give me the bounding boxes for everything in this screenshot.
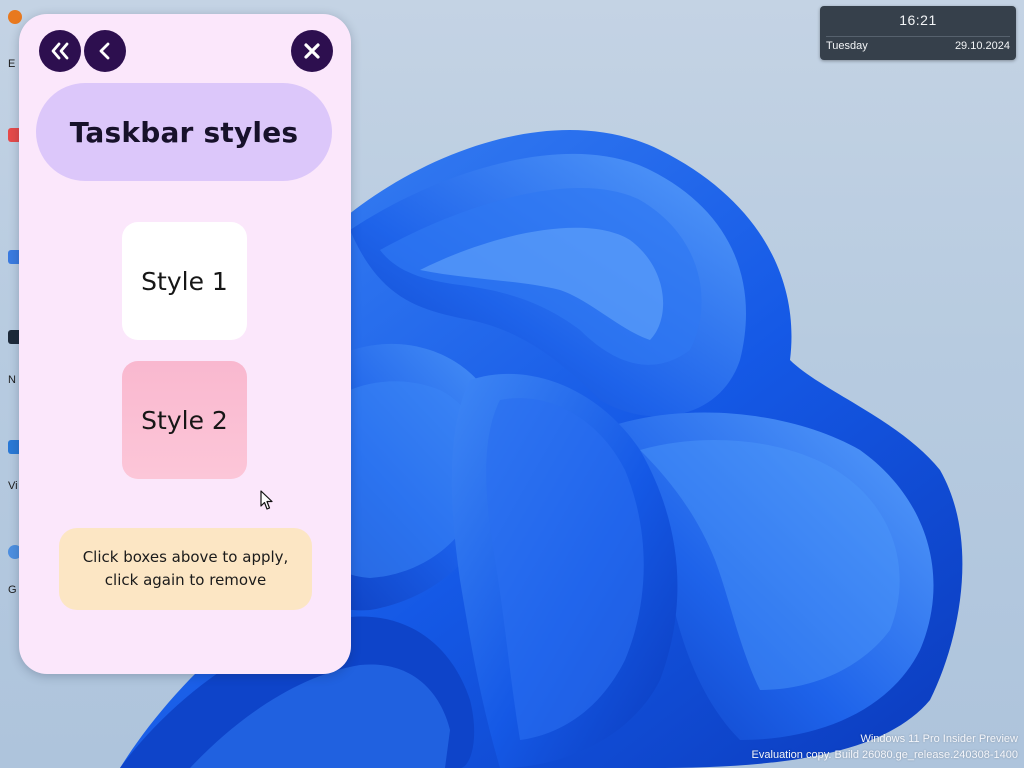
instructions-line-1: Click boxes above to apply, [82,548,289,566]
panel-title-pill: Taskbar styles [36,83,332,181]
style-2-label: Style 2 [141,405,228,435]
desktop-icon-label: G [8,584,17,596]
close-button[interactable] [291,30,333,72]
taskbar-styles-panel: Taskbar styles Style 1 Style 2 Click box… [19,14,351,674]
clock-day: Tuesday [826,40,868,52]
desktop-icon-label: E [8,58,16,70]
double-chevron-left-icon [51,42,69,60]
chevron-left-icon [99,42,110,60]
back-to-start-button[interactable] [39,30,81,72]
back-button[interactable] [84,30,126,72]
clock-date: 29.10.2024 [954,40,1010,52]
desktop-icon-label: N [8,374,16,386]
clock-time: 16:21 [899,12,937,28]
clock-divider [826,36,1010,37]
mouse-cursor-icon [260,490,273,510]
instructions-line-2: click again to remove [104,571,267,589]
clock-widget[interactable]: 16:21 Tuesday 29.10.2024 [820,6,1016,60]
close-icon [304,43,320,59]
desktop: E N Vi G 16:21 Tuesday 29.10.2024 Window… [0,0,1024,768]
desktop-icon-label: Vi [8,480,18,492]
style-2-button[interactable]: Style 2 [122,361,247,479]
instructions-note: Click boxes above to apply, click again … [59,528,312,610]
desktop-icons: E N Vi G [0,0,22,768]
desktop-shortcut-icon[interactable] [8,10,22,24]
panel-title: Taskbar styles [69,115,299,149]
watermark-line-2: Evaluation copy. Build 26080.ge_release.… [751,749,1018,761]
windows-watermark: Windows 11 Pro Insider Preview Evaluatio… [752,731,1018,763]
style-1-label: Style 1 [141,266,228,296]
style-1-button[interactable]: Style 1 [122,222,247,340]
watermark-line-1: Windows 11 Pro Insider Preview [860,733,1018,745]
